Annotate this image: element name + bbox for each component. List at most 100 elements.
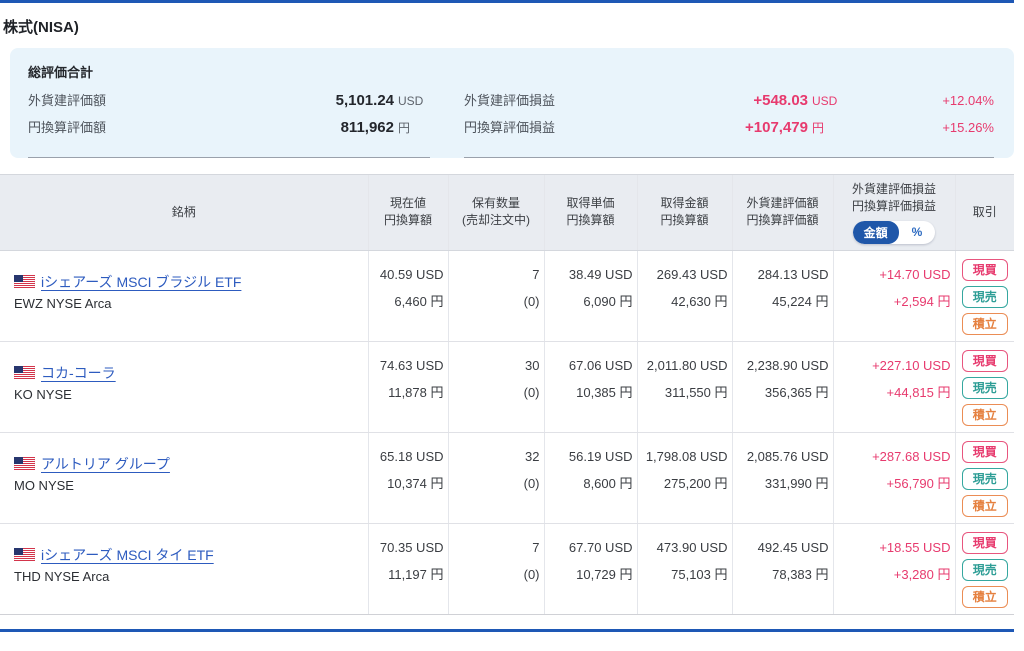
header-pl: 外貨建評価損益 円換算評価損益 金額 %: [832, 174, 955, 251]
summary-row-yen-valuation: 円換算評価額 811,962 円: [28, 117, 430, 144]
usd-pl-value: +227.10 USD: [872, 357, 951, 373]
unit-cost-cell: 38.49 USD 6,090 円: [543, 250, 637, 342]
summary-value: 811,962: [340, 119, 394, 136]
us-flag-icon: [13, 457, 36, 471]
valuation-cell: 2,238.90 USD 356,365 円: [731, 341, 833, 433]
accumulate-button[interactable]: 積立: [961, 585, 1008, 608]
selling-order-value: (0): [523, 566, 540, 582]
stock-link[interactable]: iシェアーズ MSCI ブラジル ETF: [41, 272, 241, 292]
usd-value: 473.90 USD: [656, 539, 728, 555]
summary-label: 円換算評価損益: [464, 120, 556, 135]
stock-link[interactable]: アルトリア グループ: [41, 454, 170, 474]
selling-order-value: (0): [523, 384, 540, 400]
jpy-pl-value: +3,280 円: [893, 566, 951, 582]
pl-display-toggle[interactable]: 金額 %: [852, 220, 936, 244]
header-acquisition-amount: 取得金額 円換算額: [636, 174, 732, 251]
summary-pl-group: 外貨建評価損益 +548.03 USD +12.04% 円換算評価損益 +107…: [464, 90, 994, 158]
stock-name-cell: コカ-コーラ KO NYSE: [0, 341, 368, 433]
usd-value: 74.63 USD: [379, 357, 444, 373]
sell-button[interactable]: 現売: [961, 376, 1008, 399]
us-flag-icon: [13, 548, 36, 562]
summary-percent: +12.04%: [942, 93, 994, 108]
jpy-value: 78,383 円: [772, 566, 829, 582]
jpy-value: 6,460 円: [394, 293, 444, 309]
usd-value: 67.70 USD: [568, 539, 633, 555]
header-quantity: 保有数量 (売却注文中): [447, 174, 544, 251]
sell-button[interactable]: 現売: [961, 285, 1008, 308]
valuation-cell: 492.45 USD 78,383 円: [731, 523, 833, 615]
bottom-divider: [0, 628, 1014, 632]
buy-button[interactable]: 現買: [961, 349, 1008, 372]
table-header-row: 銘柄 現在値 円換算額 保有数量 (売却注文中) 取得単価 円換算額 取得金額 …: [0, 174, 1014, 251]
summary-unit: 円: [398, 121, 411, 135]
us-flag-icon: [13, 275, 36, 289]
holdings-table: 銘柄 現在値 円換算額 保有数量 (売却注文中) 取得単価 円換算額 取得金額 …: [0, 174, 1014, 615]
stock-link[interactable]: iシェアーズ MSCI タイ ETF: [41, 545, 214, 565]
usd-value: 284.13 USD: [757, 266, 829, 282]
header-name-label: 銘柄: [171, 204, 196, 219]
summary-value: 5,101.24: [335, 92, 394, 109]
us-flag-icon: [13, 366, 36, 380]
usd-value: 38.49 USD: [568, 266, 633, 282]
current-price-cell: 70.35 USD 11,197 円: [367, 523, 448, 615]
jpy-pl-value: +44,815 円: [886, 384, 951, 400]
summary-label: 外貨建評価額: [28, 93, 107, 108]
summary-unit: USD: [812, 94, 838, 108]
selling-order-value: (0): [523, 475, 540, 491]
jpy-pl-value: +2,594 円: [893, 293, 951, 309]
summary-percent: +15.26%: [942, 120, 994, 135]
trade-cell: 現買 現売 積立: [954, 432, 1014, 524]
accumulate-button[interactable]: 積立: [961, 403, 1008, 426]
quantity-cell: 32 (0): [447, 432, 544, 524]
buy-button[interactable]: 現買: [961, 258, 1008, 281]
stock-name-cell: iシェアーズ MSCI タイ ETF THD NYSE Arca: [0, 523, 368, 615]
usd-value: 269.43 USD: [656, 266, 728, 282]
usd-value: 2,238.90 USD: [746, 357, 829, 373]
pl-cell: +18.55 USD +3,280 円: [832, 523, 955, 615]
header-valuation: 外貨建評価額 円換算評価額: [731, 174, 833, 251]
acquisition-amount-cell: 2,011.80 USD 311,550 円: [636, 341, 732, 433]
summary-label: 円換算評価額: [28, 120, 107, 135]
quantity-cell: 7 (0): [447, 250, 544, 342]
summary-label: 外貨建評価損益: [464, 93, 556, 108]
stock-ticker: THD NYSE Arca: [14, 568, 110, 584]
acquisition-amount-cell: 1,798.08 USD 275,200 円: [636, 432, 732, 524]
table-row: iシェアーズ MSCI タイ ETF THD NYSE Arca 70.35 U…: [0, 523, 1014, 615]
accumulate-button[interactable]: 積立: [961, 494, 1008, 517]
buy-button[interactable]: 現買: [961, 531, 1008, 554]
trade-cell: 現買 現売 積立: [954, 250, 1014, 342]
summary-title: 総評価合計: [28, 65, 94, 80]
buy-button[interactable]: 現買: [961, 440, 1008, 463]
summary-row-yen-pl: 円換算評価損益 +107,479 円 +15.26%: [464, 117, 994, 144]
acquisition-amount-cell: 473.90 USD 75,103 円: [636, 523, 732, 615]
summary-value: +107,479: [745, 119, 808, 136]
sell-button[interactable]: 現売: [961, 558, 1008, 581]
usd-pl-value: +18.55 USD: [879, 539, 951, 555]
summary-unit: USD: [398, 94, 424, 108]
jpy-value: 275,200 円: [663, 475, 728, 491]
toggle-percent-button[interactable]: %: [899, 222, 936, 242]
toggle-amount-button[interactable]: 金額: [852, 220, 899, 244]
table-row: iシェアーズ MSCI ブラジル ETF EWZ NYSE Arca 40.59…: [0, 250, 1014, 342]
pl-cell: +227.10 USD +44,815 円: [832, 341, 955, 433]
jpy-value: 6,090 円: [583, 293, 633, 309]
jpy-value: 75,103 円: [671, 566, 728, 582]
usd-value: 2,085.76 USD: [746, 448, 829, 464]
stock-ticker: EWZ NYSE Arca: [14, 295, 112, 311]
accumulate-button[interactable]: 積立: [961, 312, 1008, 335]
selling-order-value: (0): [523, 293, 540, 309]
stock-ticker: MO NYSE: [14, 477, 74, 493]
usd-value: 492.45 USD: [757, 539, 829, 555]
usd-pl-value: +14.70 USD: [879, 266, 951, 282]
jpy-value: 10,385 円: [576, 384, 633, 400]
sell-button[interactable]: 現売: [961, 467, 1008, 490]
summary-row-foreign-pl: 外貨建評価損益 +548.03 USD +12.04%: [464, 90, 994, 117]
stock-link[interactable]: コカ-コーラ: [41, 363, 116, 383]
usd-value: 67.06 USD: [568, 357, 633, 373]
unit-cost-cell: 67.70 USD 10,729 円: [543, 523, 637, 615]
table-row: アルトリア グループ MO NYSE 65.18 USD 10,374 円 32…: [0, 432, 1014, 524]
summary-valuation-group: 外貨建評価額 5,101.24 USD 円換算評価額 811,962 円: [28, 90, 430, 158]
summary-value: +548.03: [753, 92, 808, 109]
header-unit-cost: 取得単価 円換算額: [543, 174, 637, 251]
trade-cell: 現買 現売 積立: [954, 341, 1014, 433]
